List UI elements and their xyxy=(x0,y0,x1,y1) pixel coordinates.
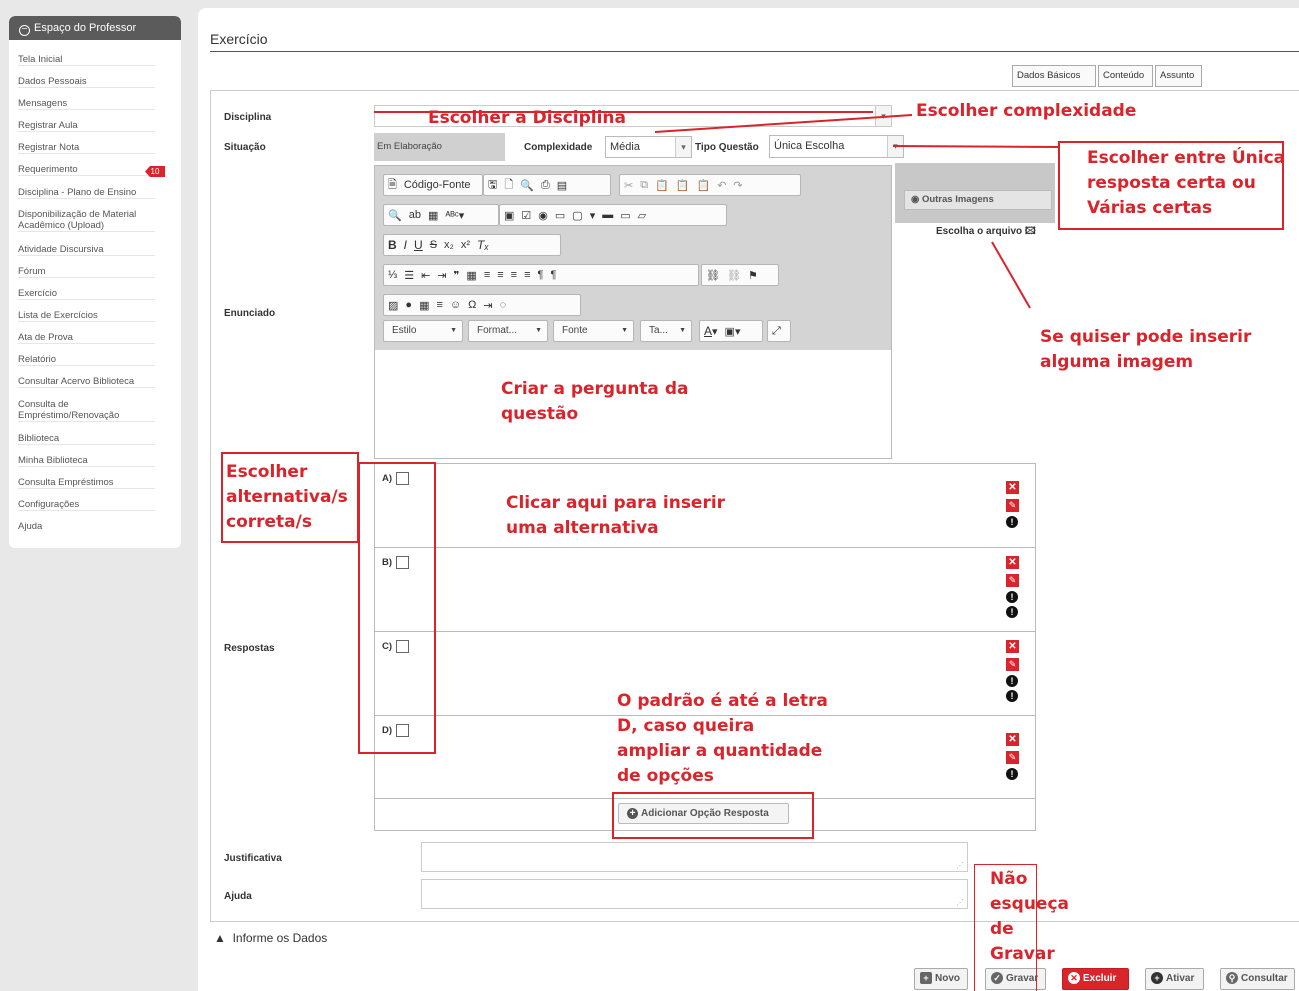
annotation-disciplina: Escolher a Disciplina xyxy=(428,108,626,128)
annotation-tipo-line: Várias certas xyxy=(1087,198,1213,218)
annotation-inserir: Clicar aqui para inserir uma alternativa xyxy=(506,491,725,541)
annotation-gravar-line: de xyxy=(990,919,1014,939)
annotation-pergunta-line: questão xyxy=(501,404,579,424)
annotation-padrao-line: de opções xyxy=(617,766,714,786)
annotation-correta-line: correta/s xyxy=(226,512,312,532)
annotation-pergunta: Criar a pergunta da questão xyxy=(501,377,688,427)
annotation-correta: Escolher alternativa/s correta/s xyxy=(226,460,348,535)
annotation-gravar-line: esqueça xyxy=(990,894,1069,914)
annotation-inserir-line: Clicar aqui para inserir xyxy=(506,493,726,513)
annotation-correta-line: alternativa/s xyxy=(226,487,348,507)
annotation-pergunta-line: Criar a pergunta da xyxy=(501,379,689,399)
annotation-padrao-line: D, caso queira xyxy=(617,716,755,736)
annotation-imagem-line: alguma imagem xyxy=(1040,352,1194,372)
annotation-correta-line: Escolher xyxy=(226,462,308,482)
annotation-gravar-line: Gravar xyxy=(990,944,1055,964)
annotation-inserir-line: uma alternativa xyxy=(506,518,659,538)
annotation-tipo-line: resposta certa ou xyxy=(1087,173,1256,193)
annotation-tipo: Escolher entre Única resposta certa ou V… xyxy=(1087,146,1285,221)
annotation-imagem-line: Se quiser pode inserir xyxy=(1040,327,1252,347)
annotation-complexidade: Escolher complexidade xyxy=(916,101,1137,121)
annotation-padrao-line: ampliar a quantidade xyxy=(617,741,823,761)
annotation-box-checkboxes xyxy=(358,462,436,754)
annotation-imagem: Se quiser pode inserir alguma imagem xyxy=(1040,325,1251,375)
annotation-tipo-line: Escolher entre Única xyxy=(1087,148,1286,168)
annotation-padrao-line: O padrão é até a letra xyxy=(617,691,828,711)
annotation-gravar-line: Não xyxy=(990,869,1028,889)
annotation-gravar: Não esqueça de Gravar xyxy=(990,867,1069,967)
annotation-box-add-option xyxy=(612,792,814,839)
annotation-padrao: O padrão é até a letra D, caso queira am… xyxy=(617,689,828,789)
